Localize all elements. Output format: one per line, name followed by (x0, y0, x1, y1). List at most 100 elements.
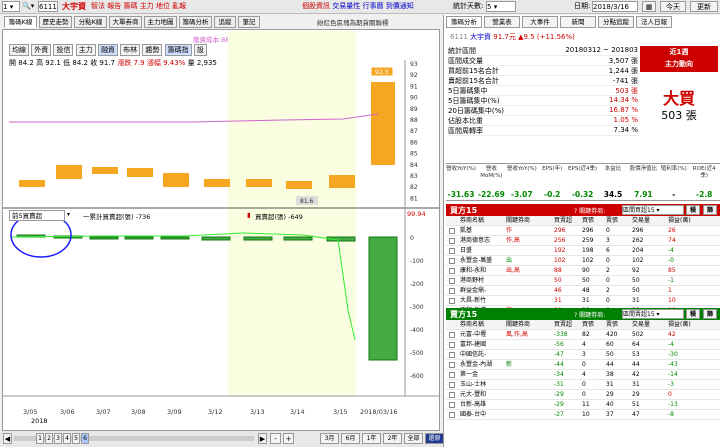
zoom-in-button[interactable]: + (283, 433, 294, 444)
count-select[interactable]: 5 ▾ (486, 1, 516, 12)
period-btn-4[interactable]: 全部 (404, 433, 423, 444)
table-row[interactable]: 元大-豐和 -29 0 29 29 0 (446, 390, 720, 400)
sell-btn2[interactable]: 篩 (703, 309, 717, 319)
rlink-2[interactable]: 行事曆 (362, 2, 383, 10)
row-checkbox[interactable] (449, 288, 455, 294)
link-0[interactable]: 智法 (91, 2, 105, 10)
period-btn-0[interactable]: 3月 (320, 433, 339, 444)
row-checkbox[interactable] (449, 352, 455, 358)
rlink-1[interactable]: 交易量性 (332, 2, 360, 10)
table-row[interactable]: 台新-高雄 -29 11 40 51 -13 (446, 400, 720, 410)
table-row[interactable]: 國泰-台中 -27 10 37 47 -8 (446, 410, 720, 420)
buy-btn2[interactable]: 篩 (703, 205, 717, 215)
today-button[interactable]: 今天 (660, 1, 686, 12)
tab-notes[interactable]: 筆記 (238, 16, 260, 28)
right-tab-4[interactable]: 分點追蹤 (598, 16, 634, 28)
num-btn-2[interactable]: 2 (45, 433, 53, 444)
zoom-out-button[interactable]: - (270, 433, 281, 444)
row-checkbox[interactable] (449, 228, 455, 234)
scroll-right-button[interactable]: ▶ (258, 433, 267, 444)
buy-col-head: 券商名稱 (460, 217, 485, 224)
row-checkbox[interactable] (449, 372, 455, 378)
link-4[interactable]: 地位 (156, 2, 170, 10)
right-tab-0[interactable]: 籌碼分析 (446, 16, 482, 28)
tab-branch-kline[interactable]: 分點K線 (74, 16, 107, 28)
sell-col-head: 券商名稱 (460, 321, 485, 328)
rlink-3[interactable]: 到價通知 (386, 2, 414, 10)
period-btn-1[interactable]: 6月 (341, 433, 360, 444)
table-row[interactable]: 玉山-士林 -31 0 31 31 -3 (446, 380, 720, 390)
table-row[interactable]: 港商野村 50 50 0 50 -1 (446, 276, 720, 286)
link-3[interactable]: 主力 (140, 2, 154, 10)
row-checkbox[interactable] (449, 382, 455, 388)
table-row[interactable]: 中國信託- -47 3 50 53 -30 (446, 350, 720, 360)
right-tab-5[interactable]: 法人日報 (636, 16, 672, 28)
period-btn-2[interactable]: 1年 (362, 433, 381, 444)
lower-select-arrow[interactable]: ▾ (67, 211, 70, 218)
row-checkbox[interactable] (449, 402, 455, 408)
table-row[interactable]: 第一金 -34 4 38 42 -14 (446, 370, 720, 380)
tab-chip-analysis[interactable]: 籌碼分析 (179, 16, 212, 28)
metrics-table: 營收YoY(%) -31.63 營收MoM(%) -22.69 營收YoY(%) -3.0… (446, 163, 720, 201)
stat-value: 503 張 (615, 87, 638, 95)
tab-main-map[interactable]: 主力地圖 (144, 16, 177, 28)
link-1[interactable]: 報告 (107, 2, 121, 10)
num-btn-6[interactable]: 6 (81, 433, 89, 444)
table-row[interactable]: 富邦-建國 -56 4 60 64 -4 (446, 340, 720, 350)
date-picker-icon[interactable]: ▦ (642, 1, 656, 12)
row-checkbox[interactable] (449, 248, 455, 254)
sell-select[interactable]: 區間賣超15 ▾ (622, 309, 684, 319)
lower-select[interactable]: 前5買賣超 (9, 210, 65, 221)
table-row[interactable]: 元富-中壢 風,作,高 -338 82 420 502 42 (446, 330, 720, 340)
table-row[interactable]: 康和-永和 出,高 88 90 2 92 85 (446, 266, 720, 276)
row-checkbox[interactable] (449, 362, 455, 368)
table-row[interactable]: 日盛 192 198 6 204 -4 (446, 246, 720, 256)
buy-btn1[interactable]: 積 (686, 205, 700, 215)
row-checkbox[interactable] (449, 392, 455, 398)
num-btn-3[interactable]: 3 (54, 433, 62, 444)
buy-select[interactable]: 區間買超15 ▾ (622, 205, 684, 215)
num-btn-1[interactable]: 1 (36, 433, 44, 444)
right-tab-2[interactable]: 大事件 (522, 16, 558, 28)
right-tab-3[interactable]: 新聞 (560, 16, 596, 28)
tab-track[interactable]: 追蹤 (214, 16, 236, 28)
period-btn-5[interactable]: 還原 (425, 433, 444, 444)
search-icon[interactable]: 🔍▾ (22, 1, 34, 12)
row-checkbox[interactable] (449, 238, 455, 244)
link-5[interactable]: 亂報 (172, 2, 186, 10)
scroll-left-button[interactable]: ◀ (3, 433, 12, 444)
stock-code-input[interactable]: 6111 (38, 1, 58, 12)
table-row[interactable]: 凱基 作 296 296 0 296 26 (446, 226, 720, 236)
tab-chip-kline[interactable]: 籌碼K線 (4, 16, 37, 28)
tag-816: 81.6 (300, 198, 314, 205)
buy-cell: 85 (668, 267, 676, 274)
buy-cell: 0 (606, 227, 610, 234)
table-row[interactable]: 永豐金-萬盛 出 102 102 0 102 -0 (446, 256, 720, 266)
table-row[interactable]: 群益金鼎- 46 48 2 50 1 (446, 286, 720, 296)
table-row[interactable]: 永豐金-內湖 新 -44 0 44 44 -43 (446, 360, 720, 370)
row-checkbox[interactable] (449, 278, 455, 284)
num-btn-5[interactable]: 5 (72, 433, 80, 444)
row-checkbox[interactable] (449, 412, 455, 418)
table-row[interactable]: 港商德意志 作,高 256 259 3 262 74 (446, 236, 720, 246)
rlink-0[interactable]: 個股資訊 (302, 2, 330, 10)
row-checkbox[interactable] (449, 268, 455, 274)
buy-cell: 凱基 (460, 227, 473, 234)
num-btn-4[interactable]: 4 (63, 433, 71, 444)
row-checkbox[interactable] (449, 298, 455, 304)
link-2[interactable]: 籌碼 (123, 2, 137, 10)
row-checkbox[interactable] (449, 342, 455, 348)
tab-history[interactable]: 歷史走勢 (39, 16, 72, 28)
date-input[interactable]: 2018/3/16 (592, 1, 638, 12)
row-checkbox[interactable] (449, 258, 455, 264)
sell-btn1[interactable]: 積 (686, 309, 700, 319)
period-btn-3[interactable]: 2年 (383, 433, 402, 444)
index-select[interactable]: 1 ▾ (2, 1, 20, 12)
right-tab-1[interactable]: 營業表 (484, 16, 520, 28)
table-row[interactable]: 大昌-新竹 31 31 0 31 10 (446, 296, 720, 306)
update-button[interactable]: 更新 (690, 1, 718, 12)
date-tick: 3/06 (60, 408, 75, 416)
row-checkbox[interactable] (449, 332, 455, 338)
tab-big-broker[interactable]: 大單券商 (109, 16, 142, 28)
buy-cell: 48 (582, 287, 590, 294)
